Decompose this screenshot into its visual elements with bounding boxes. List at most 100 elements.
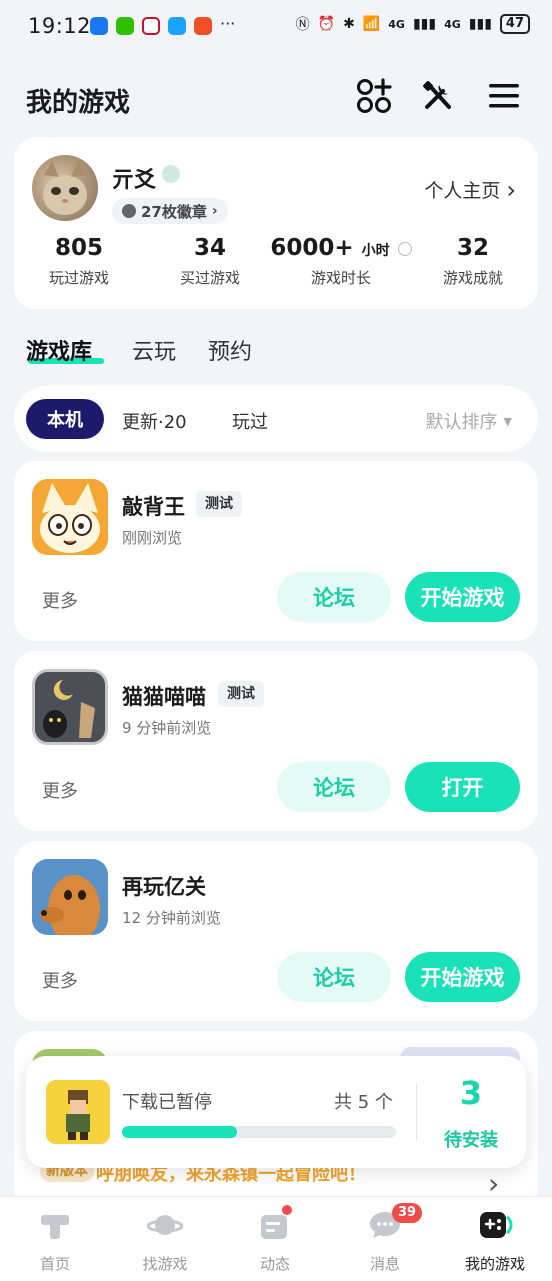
stat-value: 32 — [456, 235, 489, 261]
gamepad-icon — [480, 1212, 513, 1238]
nav-label: 首页 — [39, 1255, 70, 1273]
tools-button[interactable] — [418, 76, 458, 116]
info-icon — [397, 241, 412, 256]
bluetooth-icon: ✱ — [343, 16, 355, 32]
pixel-character-icon — [46, 1080, 110, 1144]
badge-count-label: 27枚徽章 — [141, 202, 207, 221]
sort-label: 默认排序 — [425, 412, 498, 433]
stat-label: 游戏时长 — [310, 269, 371, 287]
home-icon — [41, 1215, 69, 1239]
signal-label-2: 4G — [444, 17, 461, 31]
stat-label: 游戏成就 — [442, 269, 503, 287]
game-name: 敲背王 — [122, 495, 185, 519]
avatar[interactable] — [32, 155, 98, 221]
download-status: 下载已暂停 — [122, 1092, 212, 1113]
stat-label: 玩过游戏 — [48, 269, 109, 287]
forum-button[interactable]: 论坛 — [277, 572, 391, 622]
game-icon — [32, 859, 108, 935]
nav-my-games[interactable]: 我的游戏 — [440, 1197, 550, 1281]
status-time: 19:12 — [28, 14, 92, 38]
bank-icon — [142, 17, 160, 35]
download-progress-bar — [122, 1126, 396, 1138]
signal-icon-1: ▮▮▮ — [412, 16, 437, 32]
pending-install-label[interactable]: 待安装 — [416, 1126, 526, 1152]
forum-button[interactable]: 论坛 — [277, 762, 391, 812]
stat-achievements[interactable]: 32 游戏成就 — [424, 235, 522, 288]
game-card[interactable]: 猫猫喵喵 测试 9 分钟前浏览 更多 论坛 打开 — [14, 651, 538, 831]
cat-avatar-image — [43, 161, 87, 215]
download-total: 共 5 个 — [334, 1092, 393, 1113]
stat-bought[interactable]: 34 买过游戏 — [162, 235, 258, 288]
more-button[interactable]: 更多 — [42, 967, 78, 993]
forum-button[interactable]: 论坛 — [277, 952, 391, 1002]
alarm-icon: ⏰ — [317, 16, 336, 32]
stat-unit: 小时 — [361, 243, 390, 259]
game-tag: 测试 — [196, 491, 242, 517]
nav-feed[interactable]: 动态 — [220, 1197, 330, 1281]
stat-played[interactable]: 805 玩过游戏 — [32, 235, 126, 288]
open-game-button[interactable]: 打开 — [405, 762, 520, 812]
stat-playtime[interactable]: 6000+ 小时 游戏时长 — [270, 235, 412, 288]
user-badge-icon — [162, 165, 180, 183]
cat-game-icon — [32, 479, 108, 555]
more-button[interactable]: 更多 — [42, 587, 78, 613]
download-game-icon — [46, 1080, 110, 1144]
personal-homepage-link[interactable]: 个人主页 › — [424, 176, 516, 203]
tools-icon — [423, 81, 451, 109]
hamburger-menu-icon — [489, 84, 519, 108]
status-right: Ⓝ ⏰ ✱ 📶 4G ▮▮▮ 4G ▮▮▮ 47 — [296, 14, 530, 34]
cat-night-game-icon — [35, 672, 105, 742]
more-notifications-icon: ··· — [220, 14, 236, 33]
page-title: 我的游戏 — [26, 88, 131, 118]
nav-label: 消息 — [369, 1255, 400, 1273]
nav-label: 动态 — [259, 1255, 290, 1273]
notification-dot — [282, 1205, 292, 1215]
filter-updates[interactable]: 更新·20 — [122, 408, 187, 434]
stat-value: 6000+ — [270, 235, 354, 261]
filter-local[interactable]: 本机 — [26, 399, 104, 439]
game-last-viewed: 12 分钟前浏览 — [122, 909, 221, 927]
signal-label-1: 4G — [388, 17, 405, 31]
status-bar: 19:12 ··· Ⓝ ⏰ ✱ 📶 4G ▮▮▮ 4G ▮▮▮ 47 — [0, 0, 552, 52]
game-icon — [32, 669, 108, 745]
badge-count-chip[interactable]: 27枚徽章 › — [112, 198, 228, 224]
game-card[interactable]: 再玩亿关 12 分钟前浏览 更多 论坛 开始游戏 — [14, 841, 538, 1021]
apps-button[interactable] — [354, 76, 394, 116]
menu-button[interactable] — [484, 76, 524, 116]
sort-dropdown[interactable]: 默认排序 ▼ — [426, 408, 512, 434]
game-last-viewed: 9 分钟前浏览 — [122, 719, 212, 737]
bottom-nav: 首页 找游戏 动态 39 消息 我的游戏 — [0, 1196, 552, 1281]
tab-game-library[interactable]: 游戏库 — [26, 334, 92, 366]
game-name: 再玩亿关 — [122, 875, 206, 899]
tab-cloud-play[interactable]: 云玩 — [132, 334, 176, 366]
game-icon — [32, 479, 108, 555]
username: 亓爻 — [112, 168, 157, 193]
filter-bar: 本机 更新·20 玩过 默认排序 ▼ — [14, 386, 538, 452]
apps-grid-icon — [357, 78, 392, 113]
nav-home[interactable]: 首页 — [0, 1197, 110, 1281]
nav-label: 找游戏 — [142, 1255, 188, 1273]
signal-icon-2: ▮▮▮ — [468, 16, 492, 32]
caret-down-icon: ▼ — [503, 414, 512, 428]
nav-discover[interactable]: 找游戏 — [110, 1197, 220, 1281]
app-notification-icon — [90, 17, 108, 35]
chevron-right-icon: › — [506, 175, 516, 204]
start-game-button[interactable]: 开始游戏 — [405, 572, 520, 622]
battery-indicator: 47 — [499, 14, 530, 34]
pending-install-count[interactable]: 3 — [416, 1074, 526, 1112]
wifi-icon: 📶 — [362, 16, 381, 32]
start-game-button[interactable]: 开始游戏 — [405, 952, 520, 1002]
more-button[interactable]: 更多 — [42, 777, 78, 803]
download-panel[interactable]: 下载已暂停 共 5 个 3 待安装 — [26, 1056, 526, 1168]
personal-homepage-label: 个人主页 — [424, 180, 501, 202]
stat-value: 805 — [54, 235, 103, 261]
game-card[interactable]: 敲背王 测试 刚刚浏览 更多 论坛 开始游戏 — [14, 461, 538, 641]
game-tag: 测试 — [218, 681, 264, 707]
tab-reservations[interactable]: 预约 — [208, 334, 252, 366]
badge-medal-icon — [122, 204, 136, 218]
shop-app-icon — [194, 17, 212, 35]
wechat-icon — [116, 17, 134, 35]
nav-messages[interactable]: 39 消息 — [330, 1197, 440, 1281]
chevron-right-icon: › — [211, 203, 218, 219]
filter-played[interactable]: 玩过 — [232, 408, 268, 434]
